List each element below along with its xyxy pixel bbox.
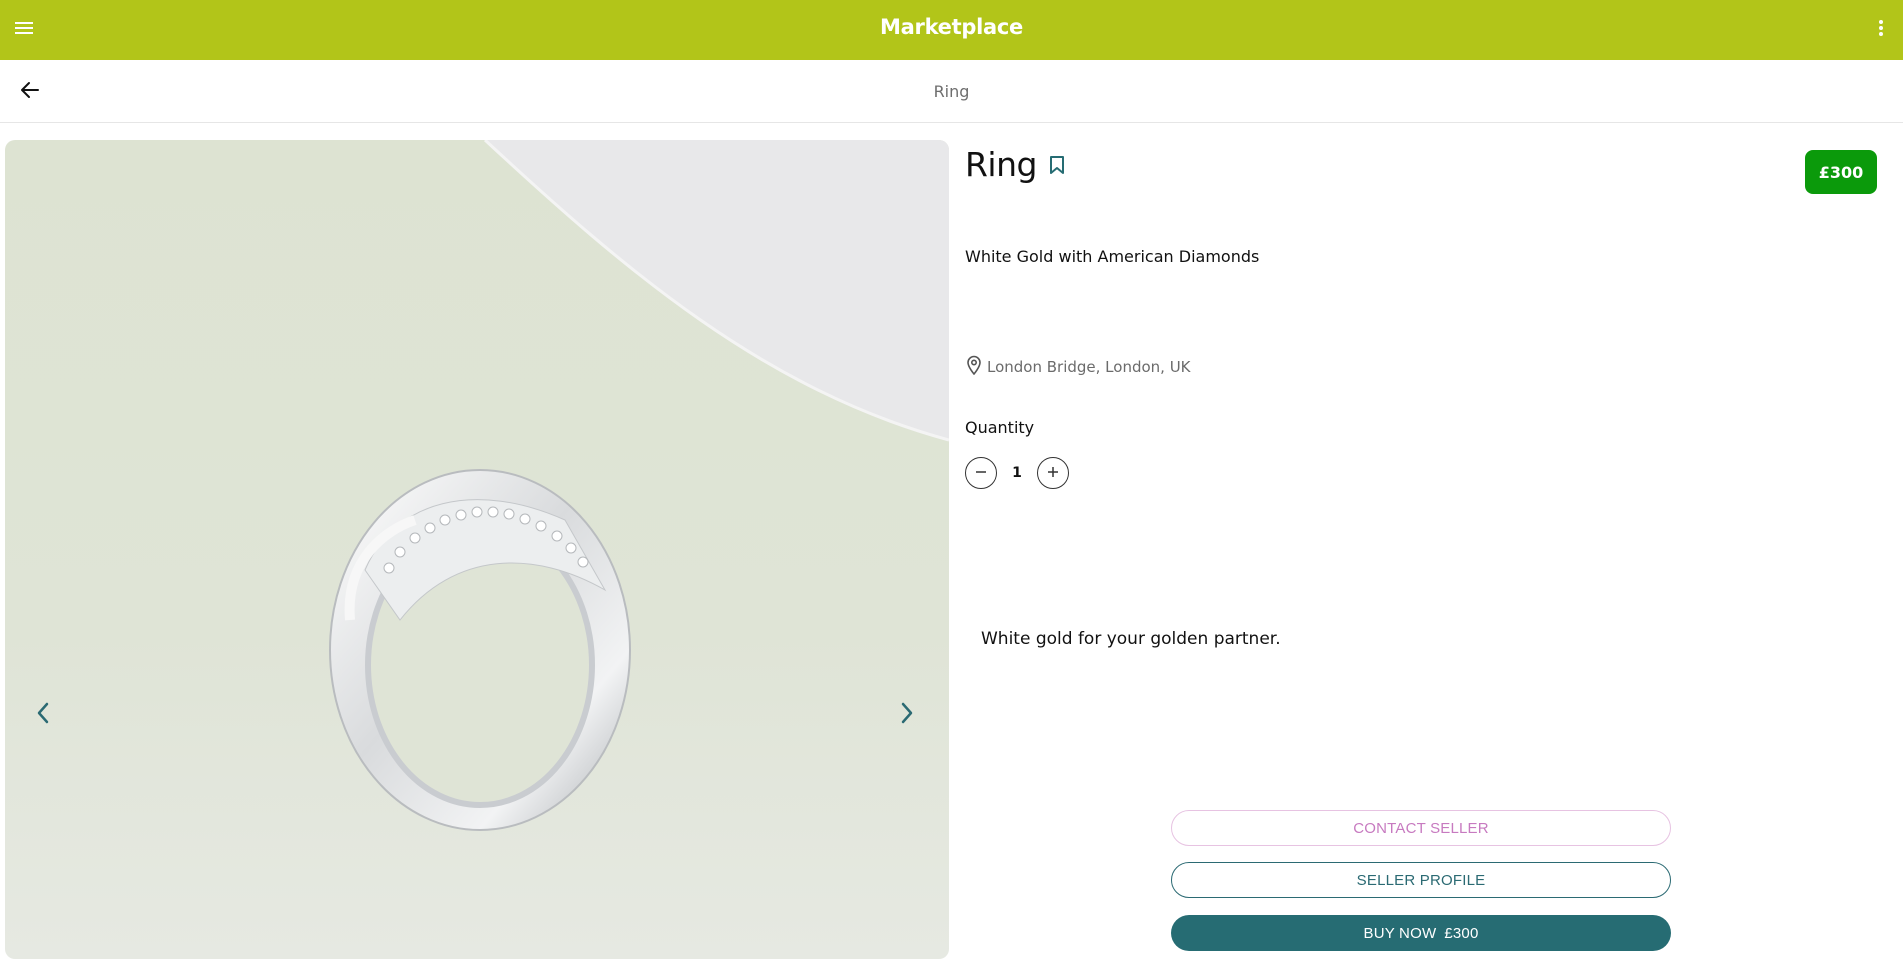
page-header: Ring <box>0 60 1903 123</box>
contact-seller-button[interactable]: CONTACT SELLER <box>1171 810 1671 846</box>
chevron-right-icon <box>900 701 914 729</box>
plus-icon <box>1046 464 1060 483</box>
buy-now-price: £300 <box>1444 924 1479 942</box>
product-location: London Bridge, London, UK <box>965 355 1191 379</box>
buy-now-label: BUY NOW <box>1363 924 1437 942</box>
more-vert-icon <box>1878 19 1884 41</box>
bookmark-button[interactable] <box>1045 154 1069 180</box>
ring-photo <box>329 469 631 831</box>
more-options-button[interactable] <box>1865 14 1897 46</box>
minus-icon <box>974 464 988 483</box>
bookmark-icon <box>1049 155 1065 179</box>
product-title: Ring <box>965 145 1037 184</box>
product-description: White gold for your golden partner. <box>981 629 1281 649</box>
location-text: London Bridge, London, UK <box>987 358 1191 376</box>
product-image-carousel[interactable] <box>5 140 949 959</box>
carousel-next-button[interactable] <box>887 690 927 740</box>
app-bar: Marketplace <box>0 0 1903 60</box>
product-subtitle: White Gold with American Diamonds <box>965 247 1260 266</box>
location-pin-icon <box>965 355 983 379</box>
app-title: Marketplace <box>880 15 1023 39</box>
buy-now-button[interactable]: BUY NOW £300 <box>1171 915 1671 951</box>
decrease-quantity-button[interactable] <box>965 457 997 489</box>
quantity-value: 1 <box>1012 465 1022 481</box>
quantity-label: Quantity <box>965 418 1035 437</box>
quantity-stepper: 1 <box>965 457 1069 489</box>
price-badge: £300 <box>1805 150 1877 194</box>
seller-profile-button[interactable]: SELLER PROFILE <box>1171 862 1671 898</box>
breadcrumb: Ring <box>933 82 970 101</box>
chevron-left-icon <box>36 701 50 729</box>
carousel-prev-button[interactable] <box>23 690 63 740</box>
increase-quantity-button[interactable] <box>1037 457 1069 489</box>
